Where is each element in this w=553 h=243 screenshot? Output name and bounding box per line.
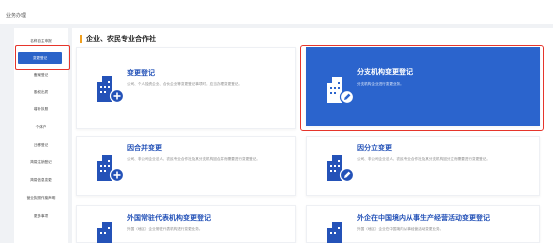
sidebar-item-more[interactable]: 更多事项 [14, 210, 68, 222]
card-desc: 外国（地区）企业在中国境内从事经营活动变更业务。 [357, 227, 444, 231]
sidebar-item-simple-info-change[interactable]: 简易信息变更 [14, 174, 68, 186]
card-highlight-box [300, 45, 544, 131]
card-desc: 外国（地区）企业常驻代表机构进行变更业务。 [127, 227, 203, 231]
building-add-icon [97, 76, 125, 104]
card-split-change[interactable]: 因分立变更 公司、非公司企业法人、农民专业合作社及其分支机构因分立而需要进行变更… [306, 136, 540, 196]
section-title: 企业、农民专业合作社 [86, 35, 156, 43]
card-change-registration[interactable]: 变更登记 公司、个人独资企业、合伙企业等变更登记事项时，应当办理变更登记。 [76, 47, 296, 129]
page-title: 业务办理 [6, 13, 27, 19]
card-desc: 公司、非公司企业法人、农民专业合作社及其分支机构因合并而需要进行变更登记。 [127, 157, 260, 161]
sidebar-item-simple-deregistration[interactable]: 简易注销登记 [14, 156, 68, 168]
section-accent [80, 35, 82, 43]
card-title: 外国常驻代表机构变更登记 [127, 214, 211, 222]
card-title: 变更登记 [127, 69, 155, 77]
sidebar-item-license-supplement[interactable]: 增补执照 [14, 103, 68, 115]
card-desc: 公司、个人独资企业、合伙企业等变更登记事项时，应当办理变更登记。 [127, 82, 242, 86]
sidebar-item-migration[interactable]: 迁移登记 [14, 139, 68, 151]
building-add-icon [97, 155, 125, 183]
card-foreign-enterprise-business-change[interactable]: 外企在中国境内从事生产经营活动变更登记 外国（地区）企业在中国境内从事经营活动变… [306, 205, 540, 243]
sidebar-item-individual[interactable]: 个体户 [14, 121, 68, 133]
building-icon [327, 222, 342, 243]
sidebar-highlight-box [15, 45, 70, 70]
sidebar-item-filing-registration[interactable]: 备案登记 [14, 69, 68, 81]
top-bar: 业务办理 [0, 0, 553, 24]
card-title: 因分立变更 [357, 144, 392, 152]
sidebar-item-license-void[interactable]: 营业执照作废声明 [14, 192, 68, 204]
card-title: 因合并变更 [127, 144, 162, 152]
sidebar-item-equity-pledge[interactable]: 股权出质 [14, 86, 68, 98]
card-foreign-rep-office-change[interactable]: 外国常驻代表机构变更登记 外国（地区）企业常驻代表机构进行变更业务。 [76, 205, 296, 243]
card-desc: 公司、非公司企业法人、农民专业合作社及其分支机构因分立而需要进行变更登记。 [357, 157, 490, 161]
building-icon [97, 222, 112, 243]
card-title: 外企在中国境内从事生产经营活动变更登记 [357, 214, 490, 222]
building-edit-icon [327, 155, 355, 183]
card-merger-change[interactable]: 因合并变更 公司、非公司企业法人、农民专业合作社及其分支机构因合并而需要进行变更… [76, 136, 296, 196]
